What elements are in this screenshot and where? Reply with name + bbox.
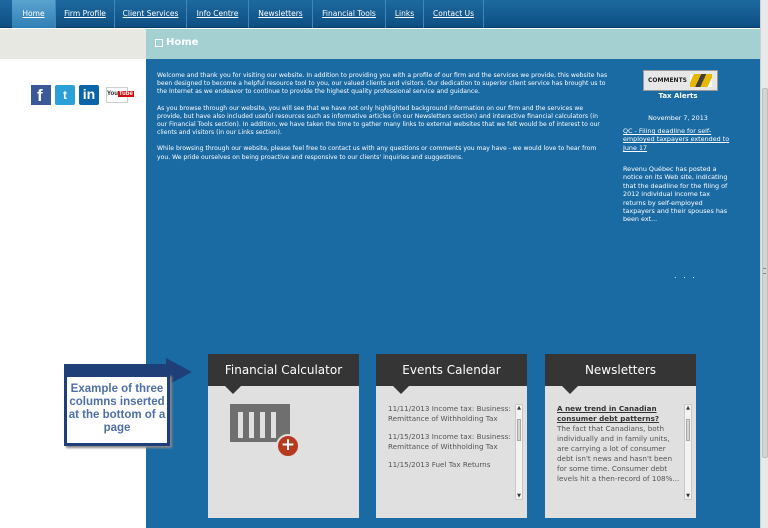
intro-paragraph: As you browse through our website, you w… [157,104,600,137]
newsletter-excerpt: The fact that Canadians, both individual… [557,424,680,483]
scroll-thumb[interactable] [517,419,521,441]
column-title: Newsletters [545,354,696,386]
intro-text: Welcome and thank you for visiting our w… [157,72,609,170]
scrollbar-grip [763,268,766,274]
intro-paragraph: While browsing through our website, plea… [157,145,597,161]
nav-newsletters[interactable]: Newsletters [249,0,313,28]
youtube-glyph: YouTube [107,91,134,97]
top-navigation: Home Firm Profile Client Services Info C… [0,0,760,28]
nav-firm-profile[interactable]: Firm Profile [56,0,115,28]
nav-info-centre[interactable]: Info Centre [187,0,249,28]
intro-paragraph: Welcome and thank you for visiting our w… [157,72,608,96]
scroll-down-icon[interactable]: ▼ [516,493,522,499]
nav-contact-us[interactable]: Contact Us [424,0,484,28]
youtube-you-text: You [107,91,118,97]
plus-icon: + [276,434,300,458]
facebook-glyph: f [37,86,43,105]
event-item[interactable]: 11/15/2013 Fuel Tax Returns [388,460,512,470]
alert-summary: Revenu Québec has posted a notice on its… [623,165,728,224]
scroll-down-icon[interactable]: ▼ [685,493,691,499]
linkedin-glyph: in [82,86,96,102]
bar-gap [271,412,276,438]
youtube-icon[interactable]: YouTube [106,87,134,103]
twitter-icon[interactable]: t [55,85,75,105]
tax-alerts-heading: Tax Alerts [658,92,698,100]
page-icon [155,39,163,47]
column-header-notch [393,386,409,394]
newsletters-scrollbar[interactable]: ▲ ▼ [684,404,692,500]
newsletter-content: A new trend in Canadian consumer debt pa… [557,404,681,484]
callout-text: Example of three columns inserted at the… [68,383,166,434]
nav-client-services[interactable]: Client Services [115,0,187,28]
alert-link[interactable]: QC - Filing deadline for self-employed t… [623,127,733,152]
page-scrollbar[interactable] [760,0,768,528]
facebook-icon[interactable]: f [31,85,51,105]
scroll-up-icon[interactable]: ▲ [516,405,522,411]
event-item[interactable]: 11/11/2013 Income tax: Business: Remitta… [388,404,512,424]
linkedin-icon[interactable]: in [79,85,99,105]
event-item[interactable]: 11/15/2013 Income tax: Business: Remitta… [388,432,512,452]
left-header-band [0,29,146,59]
callout-box: Example of three columns inserted at the… [64,374,170,446]
page-title: Home [166,37,199,48]
column-header-notch [562,386,578,394]
events-list: 11/11/2013 Income tax: Business: Remitta… [388,404,512,478]
bar-gap [249,412,254,438]
comments-button[interactable]: COMMENTS [643,70,718,91]
twitter-glyph: t [63,88,67,102]
calculator-icon[interactable]: + [230,404,300,458]
page-title-bar: Home [146,29,760,59]
scroll-up-icon[interactable]: ▲ [685,405,691,411]
nav-home[interactable]: Home [12,0,56,28]
column-header-notch [225,386,241,394]
events-scrollbar[interactable]: ▲ ▼ [515,404,523,500]
chevron-arrows-icon [690,74,712,87]
newsletter-title-link[interactable]: A new trend in Canadian consumer debt pa… [557,404,681,424]
scroll-thumb[interactable] [686,419,690,441]
column-title: Events Calendar [376,354,527,386]
newsletters-column: Newsletters A new trend in Canadian cons… [545,354,696,518]
events-calendar-column: Events Calendar 11/11/2013 Income tax: B… [376,354,527,518]
comments-label: COMMENTS [648,77,687,84]
alert-more-dots: . . . [674,271,697,280]
bar-gap [260,412,265,438]
column-title: Financial Calculator [208,354,359,386]
main-content: Home Welcome and thank you for visiting … [146,29,760,528]
alert-date: November 7, 2013 [648,114,708,122]
nav-links[interactable]: Links [386,0,424,28]
financial-calculator-column: Financial Calculator + [208,354,359,518]
bar-gap [238,412,243,438]
youtube-tube-text: Tube [117,91,134,97]
nav-financial-tools[interactable]: Financial Tools [313,0,386,28]
